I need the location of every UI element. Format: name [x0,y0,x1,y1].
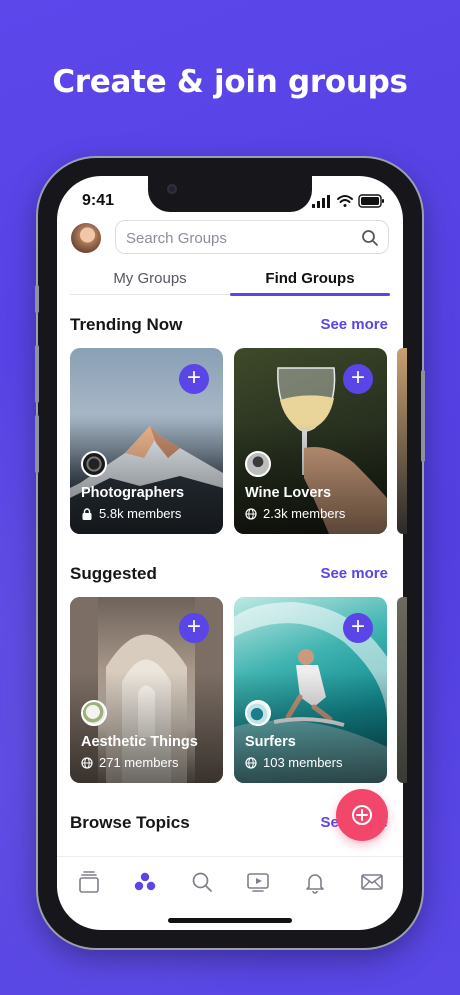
member-count: 5.8k members [99,506,182,521]
signal-icon [312,195,330,208]
group-members: 5.8k members [81,506,181,521]
wifi-icon [337,195,353,207]
status-time: 9:41 [82,192,115,209]
next-card-peek [397,597,407,783]
home-indicator[interactable] [168,918,292,923]
lock-icon [82,507,92,520]
search-bar[interactable] [115,220,389,254]
add-circle-icon [352,805,372,825]
notch [148,176,312,212]
bottom-nav-divider [57,856,403,857]
group-members: 103 members [245,755,342,770]
promo-headline: Create & join groups [52,64,408,100]
group-card-wine-lovers[interactable]: + Wine Lovers 2.3k members [234,348,387,534]
see-more-trending-link[interactable]: See more [320,316,388,333]
group-name: Photographers [81,485,185,501]
search-icon[interactable] [190,870,214,894]
join-group-button[interactable]: + [343,364,373,394]
join-group-button[interactable]: + [343,613,373,643]
member-count: 2.3k members [263,506,346,521]
video-icon[interactable] [246,870,270,894]
tab-find-groups[interactable]: Find Groups [230,270,390,287]
group-card-surfers[interactable]: + Surfers 103 members [234,597,387,783]
create-group-button[interactable] [336,789,388,841]
side-button [35,415,39,473]
group-avatar [81,700,107,726]
group-card-photographers[interactable]: + Photographers 5.8k members [70,348,223,534]
group-members: 2.3k members [245,506,345,521]
mail-icon[interactable] [360,870,384,894]
group-name: Aesthetic Things [81,734,198,750]
group-card-aesthetic-things[interactable]: + Aesthetic Things 271 members [70,597,223,783]
side-button [421,370,425,462]
group-name: Surfers [245,734,296,750]
camera [167,184,177,194]
join-group-button[interactable]: + [179,364,209,394]
section-title-suggested: Suggested [70,564,157,583]
user-avatar[interactable] [71,223,101,253]
bell-icon[interactable] [303,870,327,894]
group-members: 271 members [81,755,178,770]
side-button [35,345,39,403]
status-icons [312,194,384,208]
next-card-peek [397,348,407,534]
section-title-trending: Trending Now [70,315,183,334]
member-count: 103 members [263,755,343,770]
join-group-button[interactable]: + [179,613,209,643]
tab-my-groups[interactable]: My Groups [80,270,220,287]
search-input[interactable] [126,227,346,249]
see-more-suggested-link[interactable]: See more [320,565,388,582]
side-button [35,285,39,313]
groups-icon[interactable] [133,870,157,894]
group-avatar [245,700,271,726]
feed-icon[interactable] [77,870,101,894]
globe-icon [81,756,93,769]
group-avatar [245,451,271,477]
section-title-browse-topics: Browse Topics [70,813,190,832]
globe-icon [245,507,257,520]
member-count: 271 members [99,755,179,770]
search-icon[interactable] [361,229,379,247]
battery-icon [358,194,384,208]
globe-icon [245,756,257,769]
group-avatar [81,451,107,477]
active-tab-indicator [230,293,390,296]
group-name: Wine Lovers [245,485,332,501]
